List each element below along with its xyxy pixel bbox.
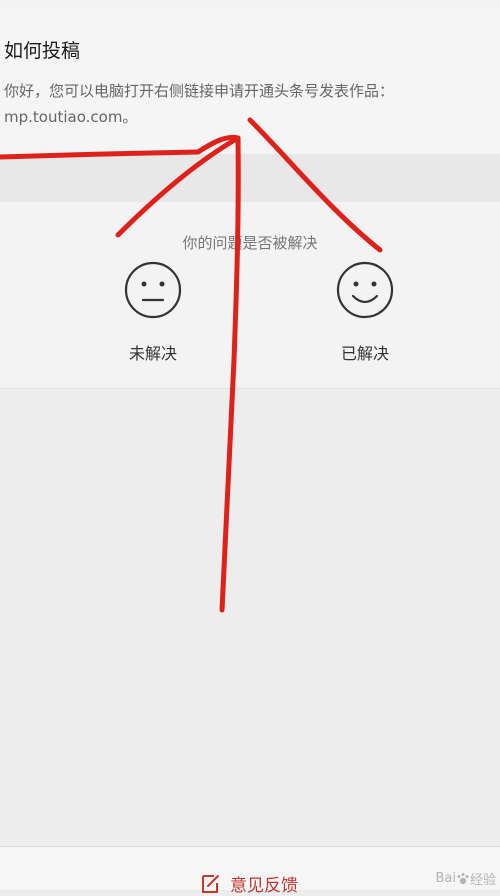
bottom-bar: 意见反馈 Bai 经验: [0, 846, 500, 896]
edit-icon: [202, 874, 219, 893]
article-body: 你好，您可以电脑打开右侧链接申请开通头条号发表作品：mp.toutiao.com…: [4, 82, 395, 126]
solved-button[interactable]: 已解决: [315, 260, 415, 364]
feedback-question: 你的问题是否被解决: [182, 234, 318, 252]
unsolved-button[interactable]: 未解决: [103, 260, 203, 364]
section-divider: [0, 154, 500, 202]
neutral-face-icon: [124, 261, 182, 319]
smile-face-icon: [336, 261, 394, 319]
unsolved-label: 未解决: [128, 344, 177, 363]
baidu-logo-suffix: 经验: [469, 873, 496, 888]
feedback-button[interactable]: 意见反馈: [200, 871, 298, 896]
empty-content-area: [0, 389, 500, 846]
solved-feedback-card: 你的问题是否被解决 未解决 已解决: [0, 202, 500, 389]
article-section: 如何投稿 你好，您可以电脑打开右侧链接申请开通头条号发表作品：mp.toutia…: [0, 10, 500, 154]
article-title: 如何投稿: [4, 40, 81, 62]
baidu-logo-text: Bai: [435, 871, 456, 886]
paw-icon: [457, 872, 469, 884]
feedback-button-label: 意见反馈: [230, 876, 298, 896]
solved-label: 已解决: [340, 344, 389, 363]
baidu-watermark: Bai 经验: [435, 869, 496, 888]
